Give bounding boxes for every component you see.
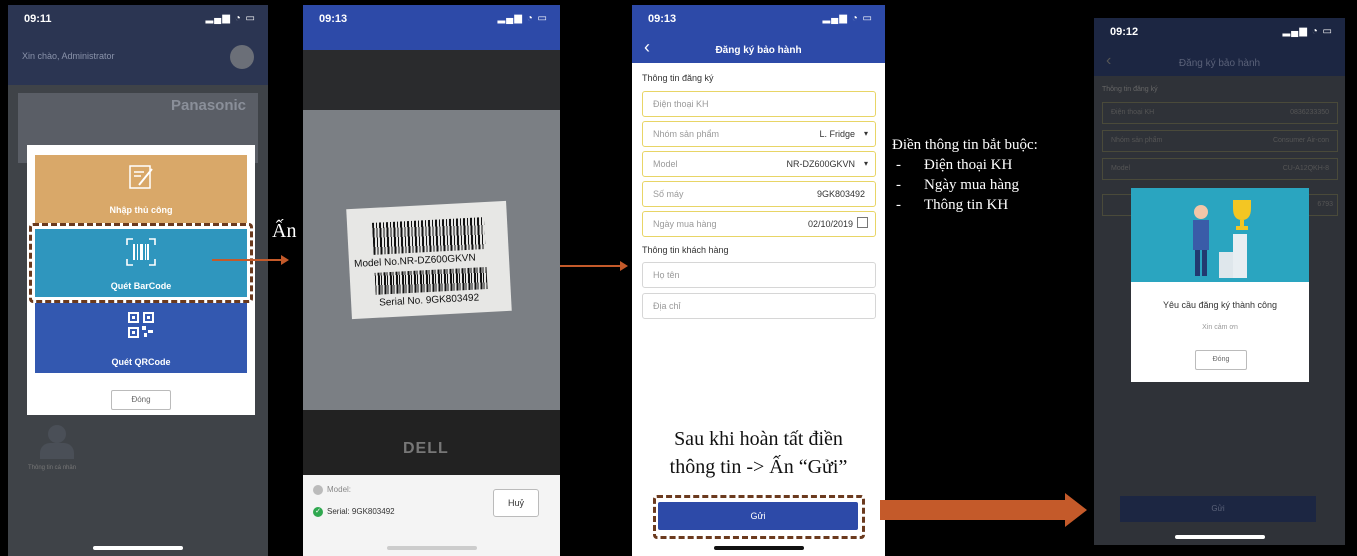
- model-select[interactable]: Model CU-A12QKH-8: [1102, 158, 1338, 180]
- serial-status: Serial: 9GK803492: [327, 507, 395, 516]
- serial-field[interactable]: Số máy 9GK803492: [642, 181, 876, 207]
- qrcode-icon: [128, 312, 154, 338]
- profile-label: Thông tin cá nhân: [28, 465, 77, 471]
- arrow-head: [281, 255, 289, 265]
- screen-success: 09:12 ▂▄▆ ◔ ▭ ‹ Đăng ký bảo hành Thông t…: [1094, 18, 1345, 545]
- model-select[interactable]: Model NR-DZ600GKVN ▾: [642, 151, 876, 177]
- status-time: 09:12: [1110, 26, 1139, 38]
- signal-wifi-battery-icon: ▂▄▆ ◔ ▭: [205, 13, 256, 24]
- avatar[interactable]: [230, 45, 254, 69]
- status-bar: 09:11 ▂▄▆ ◔ ▭: [8, 5, 268, 27]
- page-title: Đăng ký bảo hành: [1178, 58, 1261, 69]
- status-time: 09:11: [24, 13, 52, 25]
- signal-wifi-battery-icon: ▂▄▆ ◔ ▭: [497, 13, 548, 24]
- calendar-icon[interactable]: [857, 217, 868, 228]
- fullname-field[interactable]: Họ tên: [642, 262, 876, 288]
- barcode-stripes: [371, 217, 486, 255]
- success-subtitle: Xin cảm ơn: [1202, 324, 1238, 331]
- arrow-to-success: [880, 500, 1065, 520]
- status-bar: 09:13 ▂▄▆ ◔ ▭: [303, 5, 560, 27]
- scan-result-panel: Model: ✓ Serial: 9GK803492 Huỷ: [303, 475, 560, 556]
- note-after-fill: Sau khi hoàn tất điền thông tin -> Ấn “G…: [669, 428, 848, 478]
- success-close-button[interactable]: Đóng: [1195, 350, 1247, 370]
- address-field[interactable]: Địa chỉ: [642, 293, 876, 319]
- status-bar: 09:13 ▂▄▆ ◔ ▭: [632, 5, 885, 27]
- screen-warranty-form: 09:13 ▂▄▆ ◔ ▭ ‹ Đăng ký bảo hành Thông t…: [632, 5, 885, 556]
- profile-tile[interactable]: Thông tin cá nhân: [28, 425, 80, 471]
- screen-barcode-camera: 09:13 ▂▄▆ ◔ ▭ Model No.NR-DZ600GKVN Seri…: [303, 5, 560, 556]
- home-indicator: [1174, 535, 1265, 539]
- edit-note-icon: [129, 165, 153, 189]
- highlight-submit: [653, 495, 865, 539]
- submit-button[interactable]: Gửi: [1120, 496, 1316, 522]
- brand-logo: Panasonic: [170, 97, 246, 114]
- signal-wifi-battery-icon: ▂▄▆ ◔ ▭: [1282, 26, 1333, 37]
- scan-qrcode-label: Quét QRCode: [111, 357, 171, 367]
- section-customer: Thông tin khách hàng: [642, 245, 729, 255]
- status-bar: 09:12 ▂▄▆ ◔ ▭: [1094, 18, 1345, 40]
- arrow-to-form: [560, 265, 620, 267]
- success-check-icon: ✓: [313, 507, 323, 517]
- success-title: Yêu cầu đăng ký thành công: [1162, 300, 1278, 310]
- scan-qrcode-button[interactable]: Quét QRCode: [35, 303, 247, 373]
- home-indicator: [386, 546, 477, 550]
- success-modal: Yêu cầu đăng ký thành công Xin cảm ơn Đó…: [1131, 188, 1309, 382]
- laptop-top: [303, 50, 560, 110]
- page-title: Đăng ký bảo hành: [715, 45, 802, 56]
- dell-logo: DELL: [403, 440, 449, 457]
- barcode-serial-text: Serial No. 9GK803492: [378, 292, 480, 309]
- highlight-barcode: [29, 223, 253, 303]
- chevron-down-icon: ▾: [863, 129, 868, 138]
- phone-field[interactable]: Điện thoại KH 0836233350: [1102, 102, 1338, 124]
- barcode-label: Model No.NR-DZ600GKVN Serial No. 9GK8034…: [346, 200, 512, 320]
- purchase-date-field[interactable]: Ngày mua hàng 02/10/2019: [642, 211, 876, 237]
- manual-entry-button[interactable]: Nhập thủ công: [35, 155, 247, 223]
- section-registration: Thông tin đăng ký: [1102, 86, 1158, 93]
- pending-check-icon: [313, 485, 323, 495]
- trophy-illustration-icon: [1193, 200, 1251, 278]
- laptop-bezel: DELL: [303, 410, 560, 475]
- arrow-head: [1065, 493, 1087, 527]
- success-illustration: [1131, 188, 1309, 282]
- cancel-button[interactable]: Huỷ: [493, 489, 539, 517]
- signal-wifi-battery-icon: ▂▄▆ ◔ ▭: [822, 13, 873, 24]
- note-required-fields: Điền thông tin bắt buộc: - Điện thoại KH …: [892, 137, 1038, 213]
- status-time: 09:13: [648, 13, 677, 25]
- home-indicator: [713, 546, 804, 550]
- status-time: 09:13: [319, 13, 348, 25]
- chevron-down-icon: ▾: [863, 159, 868, 168]
- greeting-text: Xin chào, Administrator: [22, 51, 115, 61]
- section-registration: Thông tin đăng ký: [642, 73, 714, 83]
- product-group-select[interactable]: Nhóm sản phẩm L. Fridge ▾: [642, 121, 876, 147]
- product-group-select[interactable]: Nhóm sản phẩm Consumer Air-con: [1102, 130, 1338, 152]
- barcode-model-text: Model No.NR-DZ600GKVN: [353, 252, 476, 270]
- arrow-head: [620, 261, 628, 271]
- phone-field[interactable]: Điện thoại KH: [642, 91, 876, 117]
- person-icon: [48, 425, 66, 443]
- arrow-to-scan: [212, 259, 282, 261]
- home-indicator: [93, 546, 183, 550]
- modal-close-button[interactable]: Đóng: [111, 390, 171, 410]
- annotation-press: Ấn: [272, 220, 297, 242]
- barcode-stripes-serial: [374, 267, 488, 295]
- manual-entry-label: Nhập thủ công: [109, 205, 173, 215]
- model-status: Model:: [327, 485, 352, 494]
